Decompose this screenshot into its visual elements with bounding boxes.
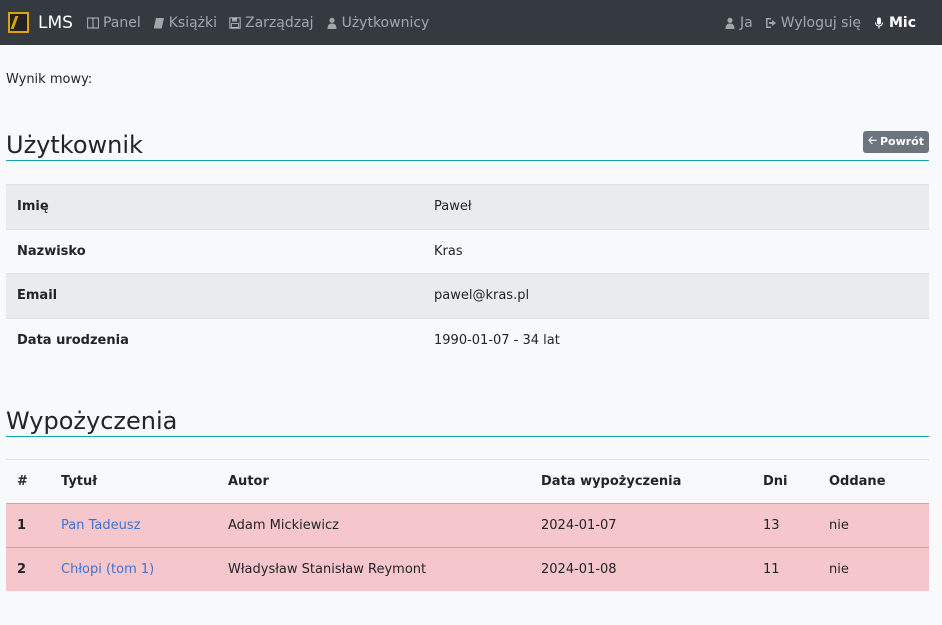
column-header: # <box>17 473 28 489</box>
loans-table: # Tytuł Autor Data wypożyczenia Dni Odda… <box>6 459 929 591</box>
brand[interactable]: LMS <box>8 12 73 33</box>
field-value: Kras <box>434 243 463 259</box>
loan-days: 11 <box>763 561 780 577</box>
microphone-icon <box>874 17 884 28</box>
nav-link-label: Książki <box>168 14 218 31</box>
field-label: Imię <box>17 199 49 215</box>
table-header-row: # Tytuł Autor Data wypożyczenia Dni Odda… <box>6 459 929 503</box>
user-icon <box>725 17 735 29</box>
column-header: Oddane <box>829 473 886 489</box>
loan-number: 1 <box>17 517 27 533</box>
loan-days: 13 <box>763 517 780 533</box>
nav-link-manage[interactable]: Zarządzaj <box>229 15 314 31</box>
nav-link-label: Panel <box>102 14 141 31</box>
nav-link-panel[interactable]: Panel <box>86 14 141 31</box>
table-row: Data urodzenia 1990-01-07 - 34 lat <box>6 318 929 363</box>
book-icon <box>153 17 164 28</box>
sign-out-icon <box>765 17 776 28</box>
loan-date: 2024-01-08 <box>541 561 617 577</box>
column-header: Dni <box>763 473 788 489</box>
loan-number: 2 <box>17 561 27 577</box>
arrow-left-icon: 🡠 <box>868 134 877 147</box>
field-value: Paweł <box>434 199 472 215</box>
save-icon <box>229 16 241 29</box>
table-row: Email pawel@kras.pl <box>6 273 929 318</box>
loan-author: Adam Mickiewicz <box>228 517 340 533</box>
navbar: LMS Panel Książki Zarządzaj Użytkownicy … <box>0 0 942 45</box>
nav-link-label: Mic <box>888 14 916 31</box>
nav-link-label: Zarządzaj <box>245 14 314 31</box>
nav-link-users[interactable]: Użytkownicy <box>326 14 430 31</box>
loan-returned: nie <box>829 561 849 577</box>
table-row: 1 Pan Tadeusz Adam Mickiewicz 2024-01-07… <box>6 503 929 547</box>
nav-link-label: Użytkownicy <box>341 14 430 31</box>
loan-returned: nie <box>829 517 849 533</box>
main-content: Wynik mowy: Użytkownik 🡠 Powrót Imię Paw… <box>0 72 942 591</box>
nav-link-label: Ja <box>740 14 753 31</box>
nav-link-label: Wyloguj się <box>780 14 861 31</box>
navbar-right: Ja Wyloguj się Mic <box>712 15 934 31</box>
loan-author: Władysław Stanisław Reymont <box>228 561 427 577</box>
field-label: Email <box>17 288 58 304</box>
table-row: Nazwisko Kras <box>6 229 929 274</box>
user-icon <box>327 17 337 29</box>
book-title-link[interactable]: Chłopi (tom 1) <box>61 562 154 577</box>
field-value: pawel@kras.pl <box>434 288 530 304</box>
column-header: Data wypożyczenia <box>541 473 682 489</box>
back-button-label: Powrót <box>879 135 924 148</box>
column-header: Tytuł <box>61 473 98 489</box>
back-button[interactable]: 🡠 Powrót <box>863 131 929 153</box>
loan-date: 2024-01-07 <box>541 517 617 533</box>
brand-name: LMS <box>38 12 73 33</box>
field-label: Nazwisko <box>17 243 86 259</box>
table-row: Imię Paweł <box>6 184 929 229</box>
loans-section-title: Wypożyczenia <box>6 406 178 435</box>
user-details-table: Imię Paweł Nazwisko Kras Email pawel@kra… <box>6 184 929 363</box>
table-row: 2 Chłopi (tom 1) Władysław Stanisław Rey… <box>6 547 929 591</box>
field-label: Data urodzenia <box>17 333 129 348</box>
book-title-link[interactable]: Pan Tadeusz <box>61 518 140 533</box>
nav-link-books[interactable]: Książki <box>153 15 217 31</box>
nav-link-me[interactable]: Ja <box>724 15 753 31</box>
user-section-header: Użytkownik 🡠 Powrót <box>6 131 929 161</box>
speech-result: Wynik mowy: <box>6 72 93 87</box>
field-value: 1990-01-07 - 34 lat <box>434 333 560 348</box>
columns-icon <box>86 16 99 29</box>
mic-button[interactable]: Mic <box>873 15 916 31</box>
column-header: Autor <box>228 473 269 489</box>
user-section-title: Użytkownik <box>6 131 143 159</box>
loans-section-header: Wypożyczenia <box>6 407 929 437</box>
loan-title-cell: Pan Tadeusz <box>50 503 217 547</box>
loan-title-cell: Chłopi (tom 1) <box>50 547 217 591</box>
nav-link-logout[interactable]: Wyloguj się <box>765 15 861 31</box>
lms-logo-icon <box>8 12 29 33</box>
